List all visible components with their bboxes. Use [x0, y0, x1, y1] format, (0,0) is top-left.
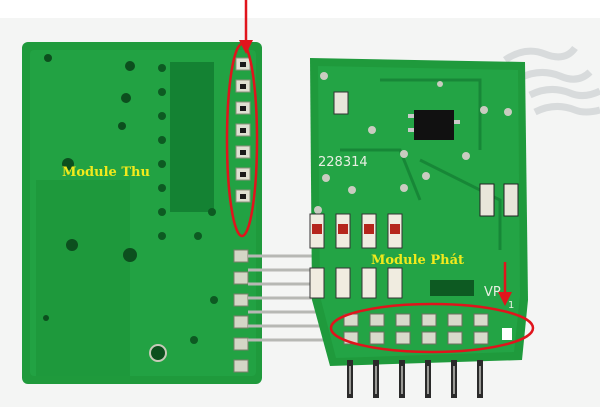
receiver-module-label: Module Thu: [62, 165, 150, 180]
transmitter-module: 228314 VR 1: [309, 58, 528, 366]
chip-code-text: 228314: [318, 155, 368, 170]
photo-scene: 228314 VR 1: [0, 0, 600, 407]
receiver-module: [22, 42, 262, 384]
vr-number-text: 1: [508, 300, 514, 311]
transmitter-module-label: Module Phát: [371, 253, 464, 268]
